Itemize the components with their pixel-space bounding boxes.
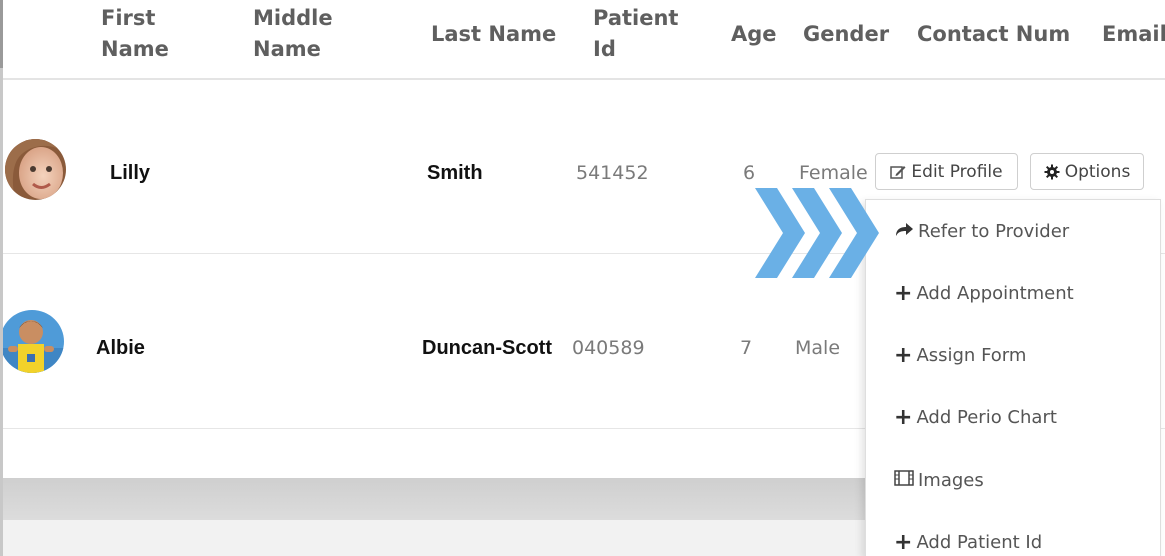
menu-item-add-patient-id[interactable]: + Add Patient Id [894,529,1043,555]
column-header-last-name[interactable]: Last Name [431,19,556,50]
first-name: Albie [96,337,145,359]
column-header-patient-id[interactable]: Patient Id [593,3,678,65]
plus-icon: + [894,342,913,368]
edit-profile-label: Edit Profile [911,161,1003,182]
first-name: Lilly [110,162,151,184]
plus-icon: + [894,280,913,306]
column-header-first-name[interactable]: First Name [101,3,169,65]
age: 6 [743,162,756,184]
menu-item-images[interactable]: Images [894,470,984,491]
plus-icon: + [894,529,913,555]
film-icon [894,470,914,491]
avatar [0,310,64,373]
column-header-middle-name-line1: Middle [253,6,333,30]
plus-icon: + [894,404,913,430]
age: 7 [740,337,753,359]
options-button[interactable]: Options [1030,153,1144,190]
highlight-chevrons-icon [755,188,885,283]
column-header-middle-name[interactable]: Middle Name [253,3,333,65]
left-border [0,0,3,556]
last-name: Smith [427,162,483,184]
column-header-gender[interactable]: Gender [803,19,889,50]
menu-item-label: Add Perio Chart [916,407,1057,428]
column-header-middle-name-line2: Name [253,37,321,61]
column-header-email[interactable]: Email [1102,19,1165,50]
table-footer-band [0,478,865,520]
column-header-patient-id-line2: Id [593,37,616,61]
menu-item-assign-form[interactable]: + Assign Form [894,342,1027,368]
options-label: Options [1064,161,1131,182]
gender: Male [795,337,841,359]
menu-item-label: Add Appointment [916,283,1074,304]
gender: Female [799,162,868,184]
avatar [5,139,66,200]
left-border-top [0,0,3,68]
column-header-contact[interactable]: Contact Num [917,19,1070,50]
patient-id: 541452 [576,162,649,184]
edit-profile-button[interactable]: Edit Profile [875,153,1018,190]
table-header: First Name Middle Name Last Name Patient… [0,0,1165,80]
edit-icon [890,164,906,180]
column-header-age[interactable]: Age [731,19,777,50]
column-header-first-name-line1: First [101,6,156,30]
gear-icon [1044,164,1060,180]
share-arrow-icon [894,221,914,242]
column-header-patient-id-line1: Patient [593,6,679,30]
menu-item-label: Refer to Provider [918,221,1070,242]
patient-id: 040589 [572,337,645,359]
menu-item-add-appointment[interactable]: + Add Appointment [894,280,1074,306]
column-header-first-name-line2: Name [101,37,169,61]
menu-item-label: Images [918,470,984,491]
menu-item-refer-to-provider[interactable]: Refer to Provider [894,221,1069,242]
options-dropdown-menu: Refer to Provider + Add Appointment + As… [865,199,1161,556]
menu-item-label: Assign Form [916,345,1027,366]
last-name: Duncan-Scott [422,337,552,359]
page-footer [0,520,865,556]
menu-item-add-perio-chart[interactable]: + Add Perio Chart [894,404,1057,430]
menu-item-label: Add Patient Id [916,532,1043,553]
